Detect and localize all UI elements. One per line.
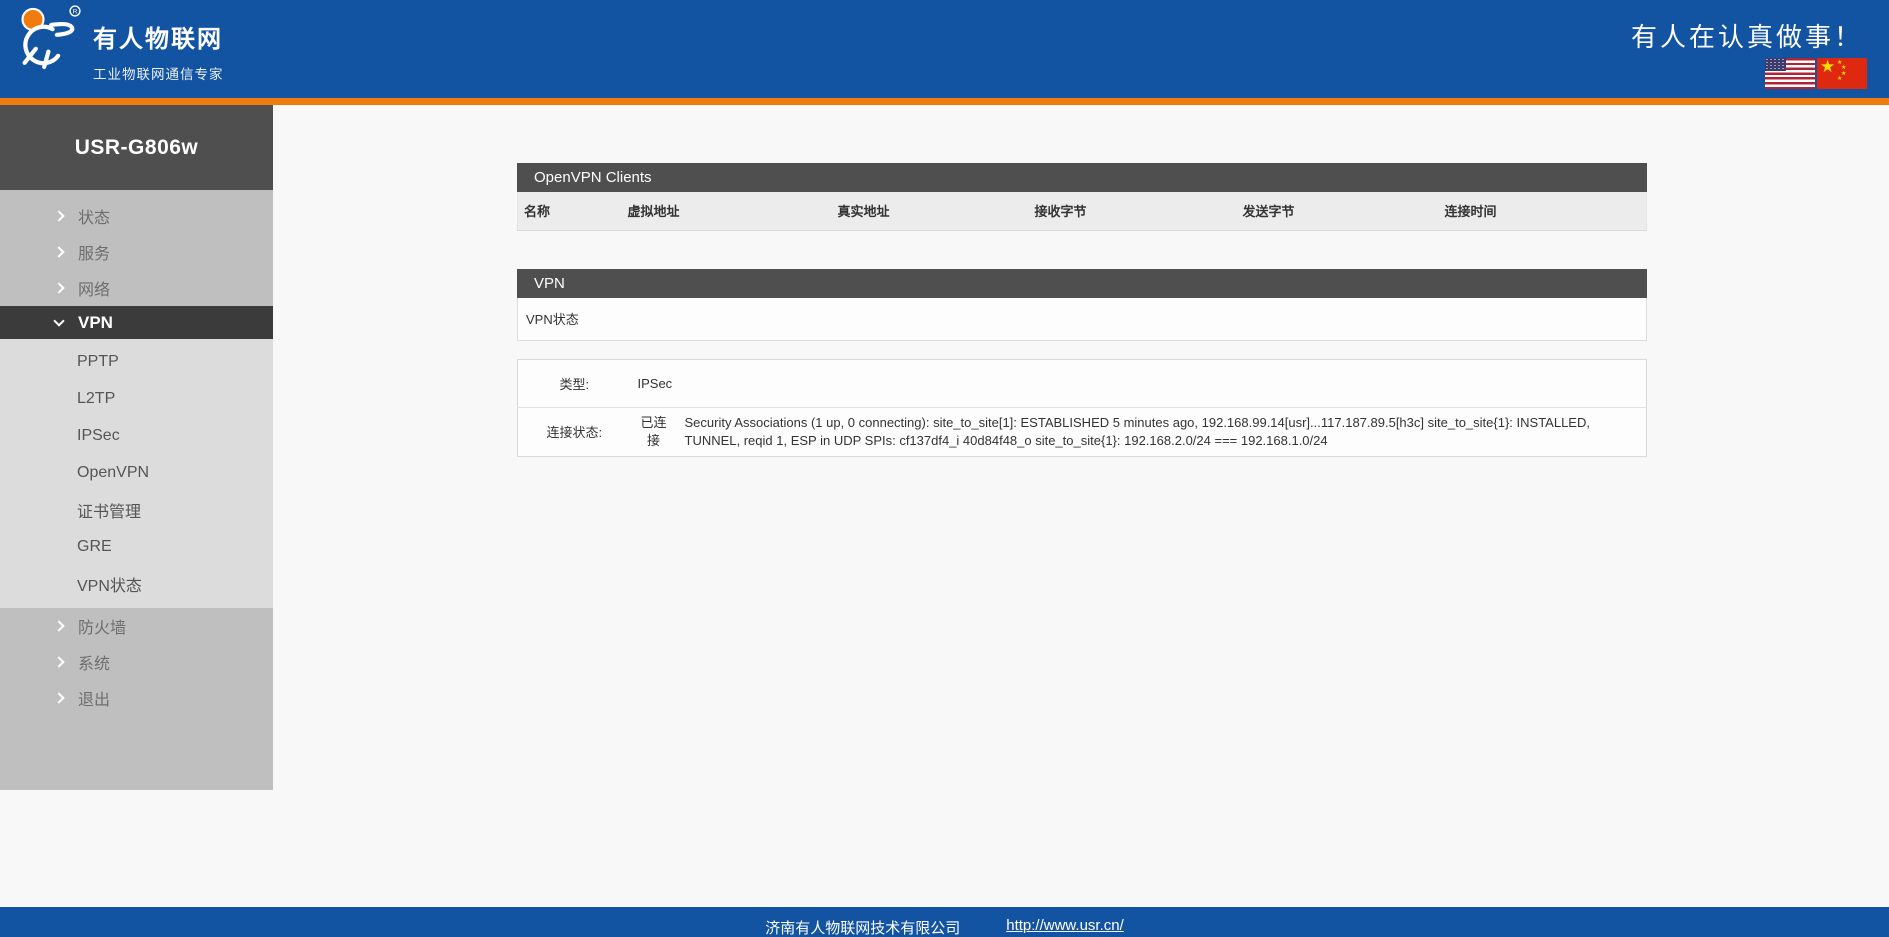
col-connect-time: 连接时间 [1439, 192, 1647, 230]
sidebar-item-cert-management[interactable]: 证书管理 [0, 491, 273, 528]
vpn-status-caption: VPN状态 [526, 309, 579, 328]
sidebar-item-network[interactable]: 网络 [0, 270, 273, 306]
connection-status-value: Security Associations (1 up, 0 connectin… [677, 407, 1647, 456]
vpn-details-table: 类型: IPSec 连接状态: 已连接 Security Association… [517, 359, 1647, 457]
chevron-right-icon [53, 246, 64, 257]
footer-company: 济南有人物联网技术有限公司 [765, 917, 960, 937]
sidebar-item-pptp[interactable]: PPTP [0, 343, 273, 380]
device-name-header: USR-G806w [0, 105, 273, 190]
chevron-right-icon [53, 656, 64, 667]
cn-flag-icon[interactable]: ★ ★ ★ ★ ★ [1817, 58, 1867, 89]
vpn-submenu: PPTP L2TP IPSec OpenVPN 证书管理 GRE VPN状态 [0, 339, 273, 608]
type-label: 类型: [518, 359, 631, 407]
chevron-down-icon [53, 315, 64, 326]
vpn-panel-title: VPN [517, 269, 1647, 298]
sidebar-item-logout[interactable]: 退出 [0, 680, 273, 716]
detail-row-type: 类型: IPSec [518, 359, 1647, 407]
accent-divider [0, 98, 1889, 105]
sidebar-item-services[interactable]: 服务 [0, 234, 273, 270]
sidebar: USR-G806w 状态 服务 网络 VPN PPTP L2TP IPSec [0, 105, 273, 790]
brand-title: 有人物联网 [93, 19, 224, 54]
col-name: 名称 [518, 192, 622, 230]
col-real-address: 真实地址 [832, 192, 1029, 230]
us-flag-icon[interactable] [1765, 58, 1815, 89]
connection-status-label: 连接状态: [518, 407, 631, 456]
brand-block: 有人物联网 工业物联网通信专家 [93, 19, 224, 83]
chevron-right-icon [53, 692, 64, 703]
usr-logo-icon: R [12, 4, 82, 74]
connection-status-badge: 已连接 [631, 407, 677, 456]
sidebar-item-ipsec[interactable]: IPSec [0, 417, 273, 454]
sidebar-item-system[interactable]: 系统 [0, 644, 273, 680]
sidebar-item-l2tp[interactable]: L2TP [0, 380, 273, 417]
sidebar-item-openvpn[interactable]: OpenVPN [0, 454, 273, 491]
top-header: R 有人物联网 工业物联网通信专家 有人在认真做事！ ★ ★ ★ ★ ★ [0, 0, 1889, 98]
chevron-right-icon [53, 620, 64, 631]
chevron-right-icon [53, 210, 64, 221]
openvpn-clients-title: OpenVPN Clients [517, 163, 1647, 192]
chevron-right-icon [53, 282, 64, 293]
detail-row-connection-status: 连接状态: 已连接 Security Associations (1 up, 0… [518, 407, 1647, 456]
openvpn-clients-table: 名称 虚拟地址 真实地址 接收字节 发送字节 连接时间 [517, 192, 1647, 231]
sidebar-item-status[interactable]: 状态 [0, 198, 273, 234]
vpn-panel: VPN VPN状态 [517, 269, 1647, 341]
col-bytes-sent: 发送字节 [1237, 192, 1439, 230]
sidebar-item-vpn-status[interactable]: VPN状态 [0, 565, 273, 602]
sidebar-menu: 状态 服务 网络 VPN PPTP L2TP IPSec OpenVPN [0, 190, 273, 716]
vpn-status-caption-row: VPN状态 [517, 298, 1647, 341]
type-value: IPSec [631, 359, 1647, 407]
table-header-row: 名称 虚拟地址 真实地址 接收字节 发送字节 连接时间 [518, 192, 1647, 230]
device-name: USR-G806w [75, 136, 199, 160]
language-switcher: ★ ★ ★ ★ ★ [1765, 58, 1867, 89]
brand-subtitle: 工业物联网通信专家 [93, 63, 224, 83]
sidebar-item-vpn[interactable]: VPN [0, 306, 273, 339]
us-flag-canton [1765, 58, 1786, 71]
col-bytes-received: 接收字节 [1029, 192, 1237, 230]
footer: 济南有人物联网技术有限公司 http://www.usr.cn/ [0, 907, 1889, 937]
cn-flag-star: ★ [1820, 58, 1835, 77]
sidebar-item-gre[interactable]: GRE [0, 528, 273, 565]
main-content: OpenVPN Clients 名称 虚拟地址 真实地址 接收字节 发送字节 连… [517, 163, 1647, 457]
footer-url-link[interactable]: http://www.usr.cn/ [1006, 917, 1124, 937]
svg-text:R: R [73, 8, 78, 15]
header-slogan: 有人在认真做事！ [1631, 17, 1863, 54]
col-virtual-address: 虚拟地址 [622, 192, 832, 230]
sidebar-item-firewall[interactable]: 防火墙 [0, 608, 273, 644]
openvpn-clients-panel: OpenVPN Clients 名称 虚拟地址 真实地址 接收字节 发送字节 连… [517, 163, 1647, 231]
